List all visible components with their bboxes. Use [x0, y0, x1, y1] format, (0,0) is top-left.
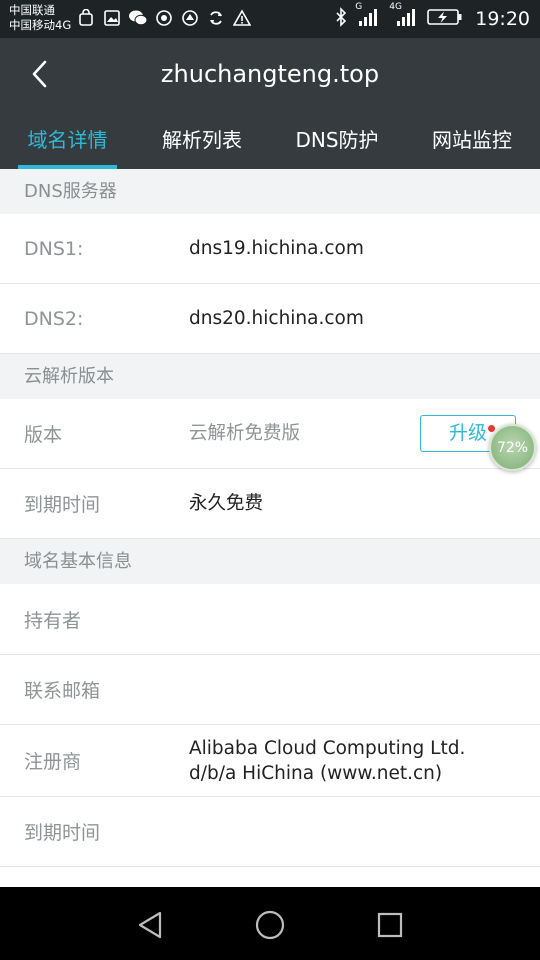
triangle-back-icon — [138, 911, 162, 939]
owner-row: 持有者 — [0, 584, 540, 655]
app-header: zhuchangteng.top 域名详情 解析列表 DNS防护 网站监控 — [0, 38, 540, 169]
dns1-value: dns19.hichina.com — [189, 238, 364, 259]
email-row: 联系邮箱 — [0, 655, 540, 725]
tab-resolution-list[interactable]: 解析列表 — [153, 118, 251, 169]
floating-memory-widget[interactable]: 72% — [489, 424, 536, 471]
dns2-value: dns20.hichina.com — [189, 308, 364, 329]
status-bar: 中国联通 中国移动4G G 4G 19:20 — [0, 0, 540, 38]
dns2-row: DNS2: dns20.hichina.com — [0, 284, 540, 354]
version-expiry-row: 到期时间 永久免费 — [0, 469, 540, 539]
image-icon — [102, 8, 122, 28]
owner-label: 持有者 — [24, 609, 82, 632]
version-label: 版本 — [24, 424, 63, 446]
system-indicators: G 4G 19:20 — [335, 2, 530, 32]
carrier-2: 中国移动4G — [9, 18, 72, 32]
email-label: 联系邮箱 — [24, 680, 101, 702]
registrar-label: 注册商 — [24, 751, 82, 773]
sync-icon — [206, 8, 226, 28]
system-nav-bar — [0, 887, 540, 960]
app-icon — [154, 8, 174, 28]
tab-domain-details[interactable]: 域名详情 — [18, 118, 117, 169]
bluetooth-icon — [335, 7, 347, 31]
signal-4g-label: 4G — [389, 2, 402, 12]
registrar-value: Alibaba Cloud Computing Ltd. d/b/a HiChi… — [189, 737, 466, 784]
clock: 19:20 — [475, 8, 530, 30]
nav-back-button[interactable] — [130, 905, 170, 945]
dns1-label: DNS1: — [24, 237, 84, 260]
carrier-info: 中国联通 中国移动4G — [9, 3, 71, 33]
app-icon-2 — [180, 8, 200, 28]
domain-expiry-label: 到期时间 — [24, 822, 101, 844]
version-expiry-label: 到期时间 — [24, 494, 101, 516]
domain-expiry-row: 到期时间 — [0, 797, 540, 867]
registrar-row: 注册商 Alibaba Cloud Computing Ltd. d/b/a H… — [0, 725, 540, 797]
nav-home-button[interactable] — [250, 905, 290, 945]
section-heading-version: 云解析版本 — [0, 354, 540, 399]
section-heading-dns: DNS服务器 — [0, 169, 540, 214]
section-heading-basic-info: 域名基本信息 — [0, 539, 540, 584]
tab-dns-protection[interactable]: DNS防护 — [285, 118, 389, 169]
tab-bar: 域名详情 解析列表 DNS防护 网站监控 — [0, 118, 540, 169]
wechat-icon — [128, 8, 148, 28]
upgrade-button-label: 升级 — [448, 422, 487, 444]
battery-charging-icon — [427, 8, 463, 30]
square-recents-icon — [377, 912, 403, 938]
domain-details-content: DNS服务器 DNS1: dns19.hichina.com DNS2: dns… — [0, 169, 540, 887]
dns2-label: DNS2: — [24, 307, 84, 330]
signal-g-label: G — [355, 2, 363, 12]
warning-icon — [232, 8, 252, 28]
version-expiry-value: 永久免费 — [189, 493, 264, 514]
signal-g-icon: G — [355, 2, 381, 32]
tab-website-monitoring[interactable]: 网站监控 — [422, 118, 522, 169]
notification-icons — [76, 8, 252, 28]
carrier-1: 中国联通 — [9, 3, 55, 17]
signal-4g-icon: 4G — [389, 2, 419, 32]
version-row: 版本 云解析免费版 升级 — [0, 399, 540, 469]
circle-home-icon — [255, 910, 285, 940]
page-title: zhuchangteng.top — [160, 60, 380, 88]
nav-recents-button[interactable] — [370, 905, 410, 945]
shopping-bag-icon — [76, 8, 96, 28]
dns1-row: DNS1: dns19.hichina.com — [0, 214, 540, 284]
